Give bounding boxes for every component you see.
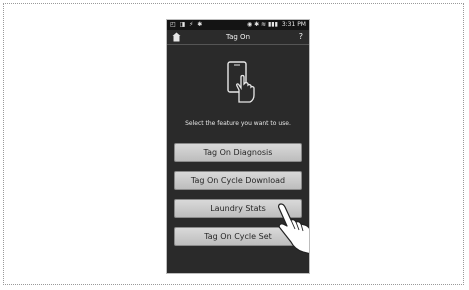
status-bar: ◰ ◨ ⚡ ✱ ◉ ✱ ≋ ▮▮▮ 3:31 PM xyxy=(167,20,309,30)
instruction-text: Select the feature you want to use. xyxy=(185,120,291,127)
status-right-icons: ◉ ✱ ≋ ▮▮▮ xyxy=(246,21,278,28)
status-right: ◉ ✱ ≋ ▮▮▮ 3:31 PM xyxy=(247,20,306,30)
status-time: 3:31 PM xyxy=(281,21,306,28)
page-title: Tag On xyxy=(225,33,251,41)
app-bar: Tag On ? xyxy=(167,30,309,45)
tag-on-cycle-download-button[interactable]: Tag On Cycle Download xyxy=(174,171,302,190)
pointing-hand-icon xyxy=(278,203,309,254)
help-icon[interactable]: ? xyxy=(299,30,303,44)
tag-on-diagnosis-button[interactable]: Tag On Diagnosis xyxy=(174,143,302,162)
phone-tap-icon xyxy=(227,61,255,103)
status-left-icons: ◰ ◨ ⚡ ✱ xyxy=(170,21,204,28)
phone-screen: ◰ ◨ ⚡ ✱ ◉ ✱ ≋ ▮▮▮ 3:31 PM Tag On ? Selec… xyxy=(166,19,310,274)
